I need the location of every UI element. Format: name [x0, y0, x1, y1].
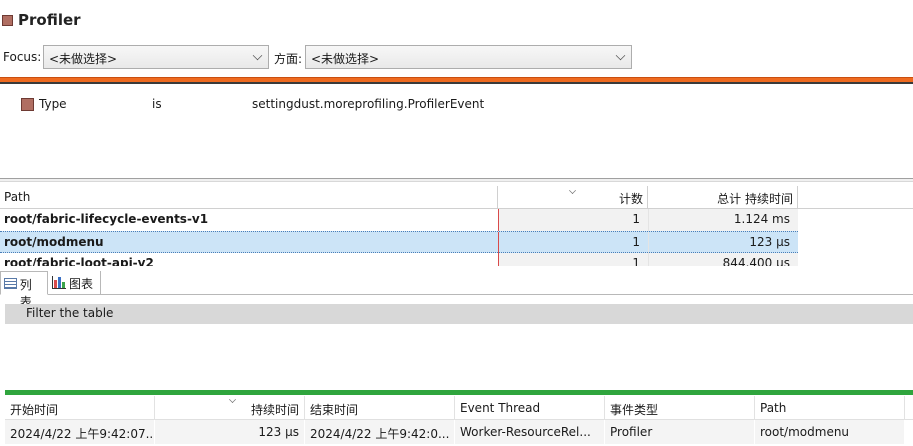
aggregation-table: Path 计数 总计 持续时间 root/fabric-lifecycle-ev…	[0, 186, 913, 266]
tab-chart[interactable]: 图表	[49, 271, 101, 295]
event-type-color-icon	[21, 98, 34, 111]
focus-row: Focus: <未做选择> 方面: <未做选择>	[0, 45, 913, 70]
event-timeline-bar[interactable]	[5, 390, 913, 395]
path-cell: root/fabric-lifecycle-events-v1	[4, 212, 209, 226]
total-duration-cell: 123 μs	[648, 232, 798, 254]
path-cell: root/modmenu	[755, 420, 905, 444]
duration-cell: 123 μs	[155, 420, 305, 444]
column-header-path[interactable]: Path	[0, 186, 498, 209]
aspect-label: 方面:	[274, 52, 303, 66]
table-row[interactable]: 2024/4/22 上午9:42:07.... 123 μs 2024/4/22…	[5, 420, 913, 444]
column-header-event-thread[interactable]: Event Thread	[455, 396, 605, 420]
selection-timeline-bar[interactable]	[0, 77, 913, 84]
filter-value: settingdust.moreprofiling.ProfilerEvent	[252, 97, 485, 111]
table-header: Path 计数 总计 持续时间	[0, 186, 913, 209]
profiler-type-icon	[2, 14, 13, 26]
column-header-path[interactable]: Path	[755, 396, 905, 420]
view-tabs: 列表 图表	[0, 271, 913, 309]
event-table: 开始时间 持续时间 结束时间 Event Thread 事件类型 Path 20…	[5, 396, 913, 446]
column-header-duration[interactable]: 持续时间	[155, 396, 305, 420]
column-header-event-type[interactable]: 事件类型	[605, 396, 755, 420]
chevron-down-icon	[615, 50, 626, 61]
focus-dropdown[interactable]: <未做选择>	[43, 45, 269, 69]
splitter[interactable]	[0, 178, 913, 182]
bar-chart-icon	[52, 276, 66, 289]
table-row[interactable]: root/fabric-loot-api-v2 1 844.400 μs	[0, 253, 913, 266]
column-header-count[interactable]: 计数	[498, 186, 648, 209]
filter-condition-row[interactable]: Type is settingdust.moreprofiling.Profil…	[0, 96, 913, 114]
aspect-dropdown[interactable]: <未做选择>	[305, 45, 632, 69]
start-time-cell: 2024/4/22 上午9:42:07....	[5, 420, 155, 444]
total-duration-cell: 1.124 ms	[648, 209, 798, 231]
table-filter-input[interactable]: Filter the table	[5, 304, 913, 324]
table-header: 开始时间 持续时间 结束时间 Event Thread 事件类型 Path	[5, 396, 913, 420]
chevron-down-icon	[252, 50, 263, 61]
column-header-end-time[interactable]: 结束时间	[305, 396, 455, 420]
focus-label: Focus:	[3, 50, 42, 64]
filter-operator: is	[152, 97, 162, 111]
count-cell: 1	[498, 209, 648, 231]
tab-chart-label: 图表	[69, 277, 94, 291]
table-row[interactable]: root/fabric-lifecycle-events-v1 1 1.124 …	[0, 209, 913, 231]
list-icon	[4, 278, 17, 289]
end-time-cell: 2024/4/22 上午9:42:0...	[305, 420, 455, 444]
profiler-title-bar: Profiler	[0, 8, 81, 32]
filter-field: Type	[39, 97, 67, 111]
aspect-dropdown-value: <未做选择>	[311, 52, 380, 66]
count-cell: 1	[498, 253, 648, 266]
page-title: Profiler	[18, 11, 81, 29]
total-duration-cell: 844.400 μs	[648, 253, 798, 266]
count-cell: 1	[498, 232, 648, 254]
column-header-start-time[interactable]: 开始时间	[5, 396, 155, 420]
event-type-cell: Profiler	[605, 420, 755, 444]
tab-list[interactable]: 列表	[0, 271, 48, 309]
focus-dropdown-value: <未做选择>	[49, 52, 118, 66]
table-filter-placeholder: Filter the table	[26, 306, 114, 320]
column-header-total-duration[interactable]: 总计 持续时间	[648, 186, 798, 209]
path-cell: root/fabric-loot-api-v2	[4, 256, 154, 266]
event-thread-cell: Worker-ResourceRel...	[455, 420, 605, 444]
path-cell: root/modmenu	[4, 235, 104, 249]
table-row-selected[interactable]: root/modmenu 1 123 μs	[0, 231, 913, 254]
